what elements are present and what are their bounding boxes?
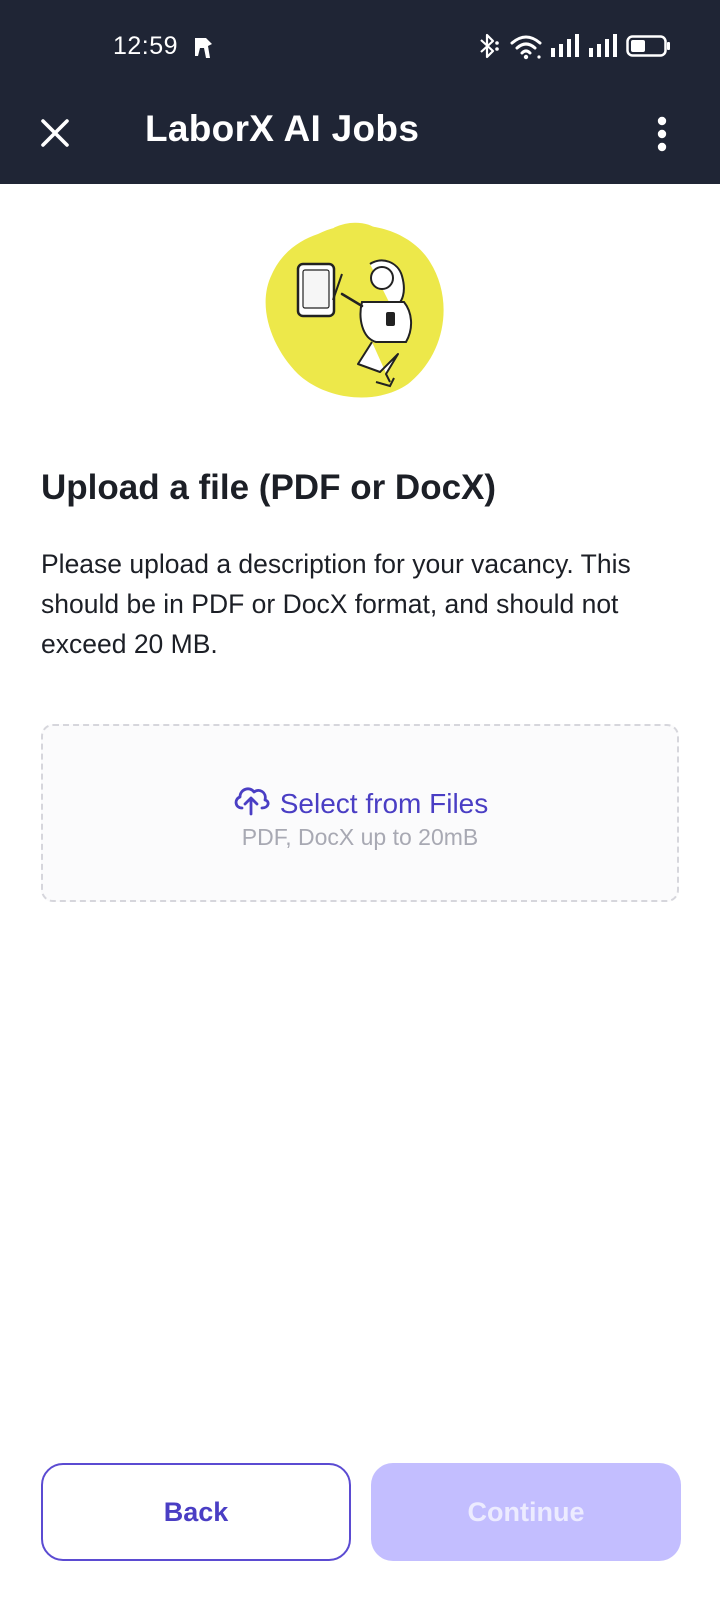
bluetooth-icon	[476, 32, 502, 65]
app-bar: LaborX AI Jobs	[0, 92, 720, 184]
select-files-label: Select from Files	[279, 787, 489, 819]
signal-icon-1	[550, 33, 580, 63]
back-button[interactable]: Back	[41, 1463, 351, 1561]
more-vertical-icon	[656, 116, 668, 157]
top-bar: 12:59 LaborX AI Jobs	[0, 0, 720, 184]
page-description: Please upload a description for your vac…	[41, 549, 631, 659]
notification-icon	[192, 34, 216, 62]
close-icon	[40, 118, 70, 153]
status-bar: 12:59	[0, 0, 720, 92]
continue-button[interactable]: Continue	[371, 1463, 681, 1561]
battery-icon	[626, 34, 672, 63]
app-title: LaborX AI Jobs	[145, 108, 420, 149]
status-time: 12:59	[113, 32, 179, 60]
status-icons	[476, 32, 672, 64]
upload-illustration	[258, 222, 458, 406]
page-heading: Upload a file (PDF or DocX)	[41, 468, 497, 507]
close-button[interactable]	[30, 110, 80, 160]
select-files-button[interactable]: Select from Files	[43, 784, 677, 823]
wifi-icon	[510, 32, 542, 65]
file-dropzone[interactable]: Select from Files PDF, DocX up to 20mB	[41, 724, 679, 902]
more-options-button[interactable]	[644, 108, 680, 164]
signal-icon-2	[588, 33, 618, 63]
cloud-upload-icon	[232, 784, 270, 823]
file-format-hint: PDF, DocX up to 20mB	[241, 824, 479, 850]
